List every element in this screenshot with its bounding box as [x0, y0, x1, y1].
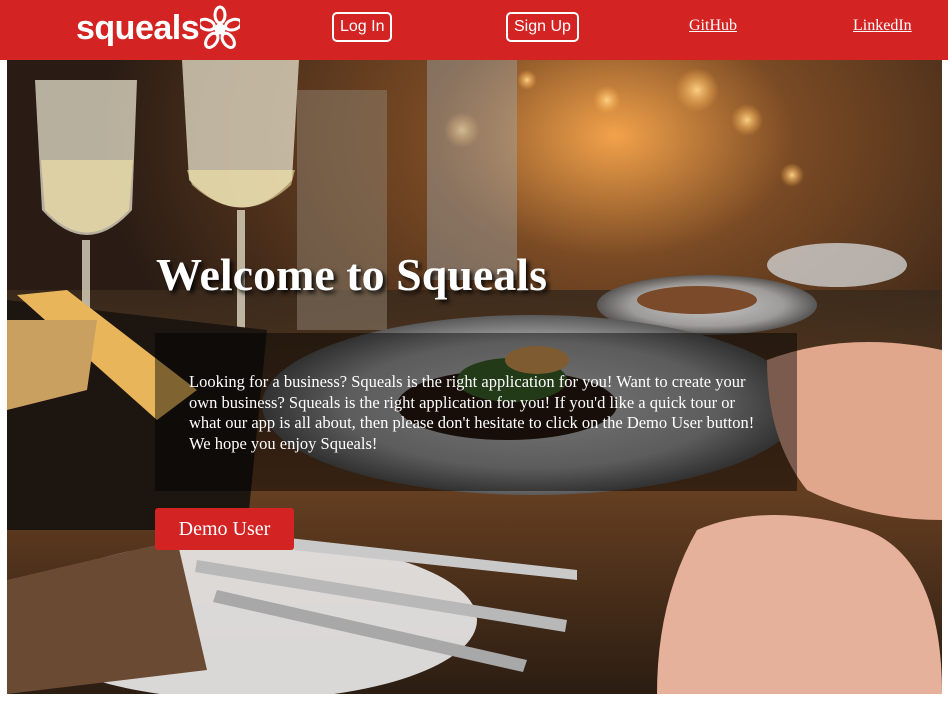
top-navbar: squeals Log In Sign Up GitHub LinkedIn: [0, 0, 948, 60]
demo-user-button[interactable]: Demo User: [155, 508, 294, 550]
hero-title: Welcome to Squeals: [156, 249, 547, 300]
hero-description: Looking for a business? Squeals is the r…: [189, 372, 755, 453]
squeals-logo[interactable]: squeals: [76, 4, 241, 52]
logo-wordmark: squeals: [76, 9, 200, 47]
signup-button[interactable]: Sign Up: [506, 12, 579, 42]
squeals-burst-icon: [200, 5, 241, 49]
hero-section: Welcome to Squeals Looking for a busines…: [7, 60, 942, 694]
github-link[interactable]: GitHub: [689, 17, 737, 35]
linkedin-link[interactable]: LinkedIn: [853, 17, 912, 35]
login-button[interactable]: Log In: [332, 12, 393, 42]
